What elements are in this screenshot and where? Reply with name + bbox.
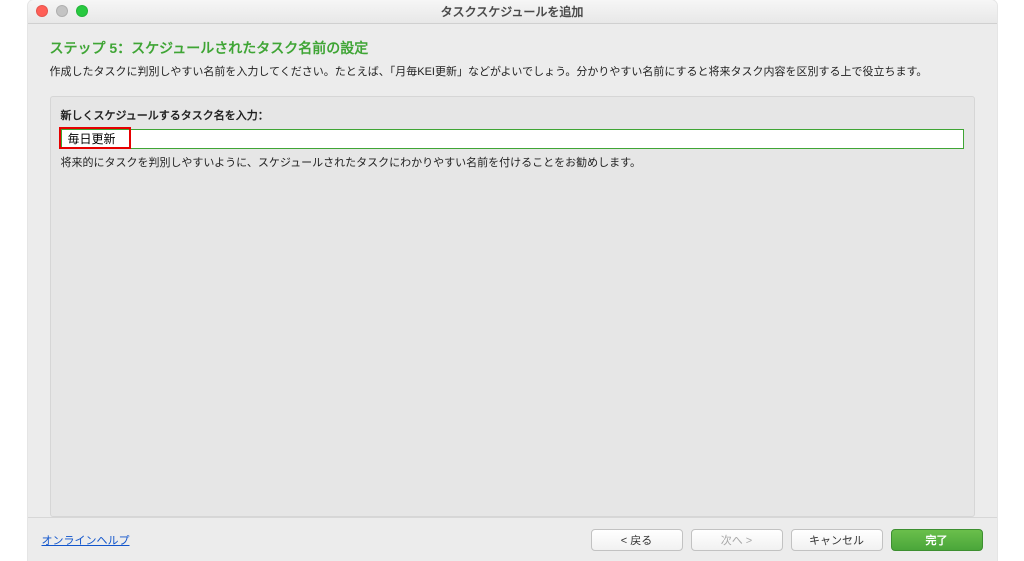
close-icon[interactable] — [36, 5, 48, 17]
task-name-label: 新しくスケジュールするタスク名を入力： — [61, 107, 964, 123]
dialog-window: タスクスケジュールを追加 ステップ 5：スケジュールされたタスク名前の設定 作成… — [28, 0, 997, 561]
step-title: ステップ 5：スケジュールされたタスク名前の設定 — [50, 38, 975, 58]
form-panel: 新しくスケジュールするタスク名を入力： 将来的にタスクを判別しやすいように、スケ… — [50, 96, 975, 517]
cancel-button[interactable]: キャンセル — [791, 529, 883, 551]
task-name-hint: 将来的にタスクを判別しやすいように、スケジュールされたタスクにわかりやすい名前を… — [61, 155, 964, 173]
online-help-link[interactable]: オンラインヘルプ — [42, 532, 130, 548]
minimize-icon — [56, 5, 68, 17]
traffic-lights — [36, 5, 88, 17]
finish-button[interactable]: 完了 — [891, 529, 983, 551]
footer-bar: オンラインヘルプ < 戻る 次へ > キャンセル 完了 — [28, 517, 997, 561]
next-button: 次へ > — [691, 529, 783, 551]
maximize-icon[interactable] — [76, 5, 88, 17]
task-name-input[interactable] — [61, 129, 964, 149]
task-name-input-wrap — [61, 129, 964, 149]
step-description: 作成したタスクに判別しやすい名前を入力してください。たとえば、「月毎KEI更新」… — [50, 64, 975, 82]
window-title: タスクスケジュールを追加 — [441, 3, 584, 20]
titlebar: タスクスケジュールを追加 — [28, 0, 997, 24]
back-button[interactable]: < 戻る — [591, 529, 683, 551]
content-area: ステップ 5：スケジュールされたタスク名前の設定 作成したタスクに判別しやすい名… — [28, 24, 997, 517]
